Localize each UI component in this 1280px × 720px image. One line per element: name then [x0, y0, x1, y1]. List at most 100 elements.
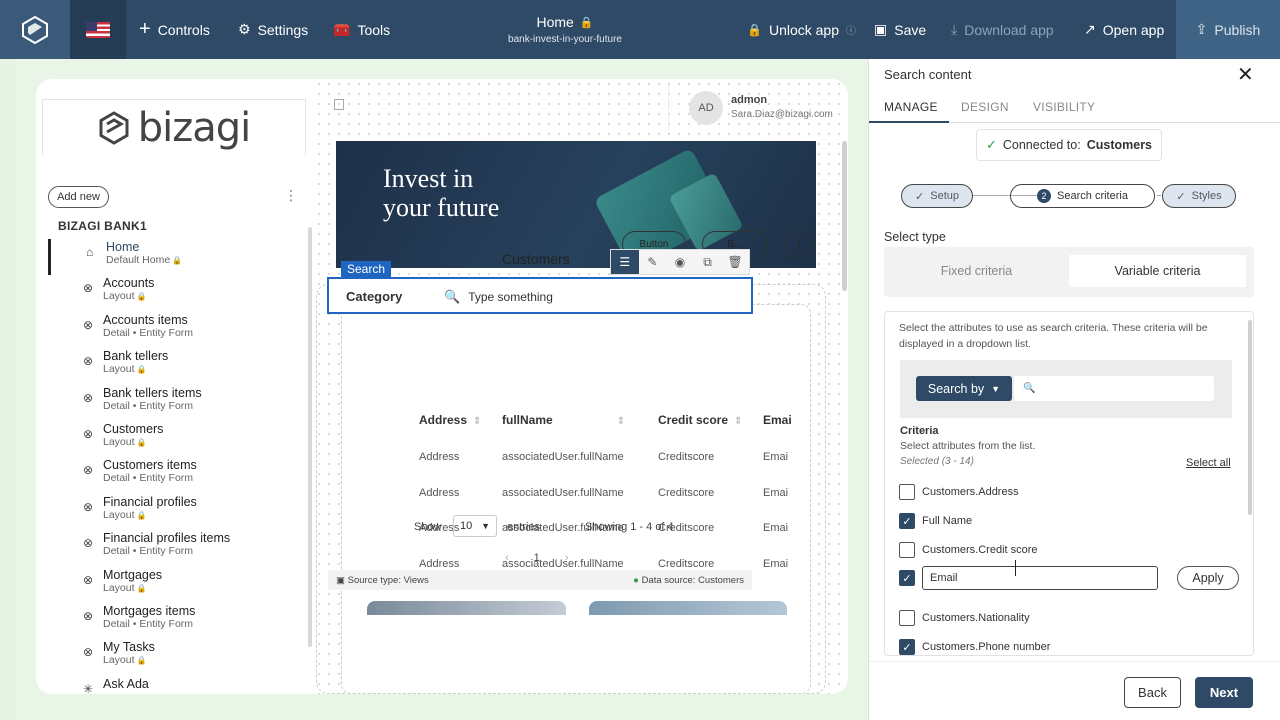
search-by-input[interactable]: 🔍: [1014, 376, 1214, 401]
lock-icon: 🔒: [170, 256, 183, 265]
search-by-preview: Search by ▼ 🔍: [900, 360, 1232, 418]
design-canvas: bizagi Add new ⋮ BIZAGI BANK1 ⌂ Home Defau…: [16, 59, 868, 720]
sidebar-item-icon: ⊗: [83, 426, 94, 441]
move-icon[interactable]: ⧉: [694, 250, 722, 274]
search-bar[interactable]: Category 🔍 Type something: [327, 277, 753, 314]
sidebar-item-type: Detail • Entity Form: [103, 618, 308, 630]
search-input[interactable]: 🔍 Type something: [444, 289, 553, 305]
sidebar-item[interactable]: ⌂ Home Default Home 🔒: [48, 239, 308, 276]
criteria-label-input[interactable]: Email: [922, 566, 1158, 590]
criteria-scrollbar[interactable]: [1248, 320, 1252, 515]
eye-icon[interactable]: ◉: [666, 250, 694, 274]
page-number[interactable]: 1: [534, 552, 540, 564]
sidebar-item[interactable]: ✳ Ask Ada: [48, 676, 308, 694]
tab-manage[interactable]: MANAGE: [884, 100, 938, 114]
tab-design[interactable]: DESIGN: [961, 100, 1009, 114]
criteria-checkbox[interactable]: [899, 542, 915, 558]
sidebar-item-type: Detail • Entity Form: [103, 472, 308, 484]
sidebar-item-label: Bank tellers: [103, 349, 169, 364]
sidebar-item-type: Layout 🔒: [103, 436, 308, 448]
tools-label: Tools: [357, 21, 391, 38]
sidebar-item[interactable]: ⊗ Accounts items Detail • Entity Form: [48, 312, 308, 348]
sidebar-item-label: Home: [106, 240, 140, 254]
column-header-fullname[interactable]: fullName ⇕: [502, 413, 625, 427]
category-dropdown[interactable]: Category: [346, 289, 402, 304]
column-header-credit-score[interactable]: Credit score ⇕: [658, 413, 742, 427]
sidebar-item[interactable]: ⊗ Bank tellers items Detail • Entity Form: [48, 385, 308, 421]
sidebar-item[interactable]: ⊗ Mortgages items Detail • Entity Form: [48, 603, 308, 639]
step-search-criteria[interactable]: 2 Search criteria: [1010, 184, 1155, 208]
lock-icon: 🔒: [134, 437, 147, 447]
step-setup[interactable]: ✓ Setup: [901, 184, 973, 208]
next-button[interactable]: Next: [1195, 677, 1253, 708]
canvas-scrollbar[interactable]: [842, 141, 847, 291]
tab-visibility[interactable]: VISIBILITY: [1033, 100, 1095, 114]
save-icon: ▣: [874, 21, 888, 37]
more-options-icon[interactable]: ⋮: [284, 187, 298, 204]
add-new-label: Add new: [57, 191, 100, 203]
apply-button[interactable]: Apply: [1177, 566, 1239, 590]
sidebar-item[interactable]: ⊗ Financial profiles Layout 🔒: [48, 494, 308, 530]
criteria-checkbox[interactable]: [899, 484, 915, 500]
sidebar-item[interactable]: ⊗ Accounts Layout 🔒: [48, 275, 308, 311]
criteria-checkbox[interactable]: ✓: [899, 570, 915, 586]
sidebar-item[interactable]: ⊗ Customers items Detail • Entity Form: [48, 457, 308, 493]
column-header-address[interactable]: Address ⇕: [419, 413, 481, 427]
publish-button[interactable]: ⇪ Publish: [1176, 0, 1280, 59]
collapse-sidebar-icon[interactable]: [334, 99, 344, 110]
unlock-app-button[interactable]: 🔒 Unlock app ⓘ: [747, 0, 856, 59]
sidebar-item[interactable]: ⊗ Financial profiles items Detail • Entity…: [48, 530, 308, 566]
app-sidebar: bizagi Add new ⋮ BIZAGI BANK1 ⌂ Home Defau…: [36, 79, 314, 694]
close-icon[interactable]: ✕: [1237, 62, 1254, 87]
app-logo-icon[interactable]: [0, 0, 70, 59]
prev-page-icon[interactable]: ‹: [505, 552, 509, 564]
trash-icon[interactable]: 🗑: [721, 250, 749, 274]
back-button[interactable]: Back: [1124, 677, 1181, 708]
page-title[interactable]: Home 🔒 bank-invest-in-your-future: [480, 14, 650, 45]
sidebar-item-label: Customers items: [103, 458, 197, 473]
criteria-checkbox[interactable]: ✓: [899, 513, 915, 529]
sidebar-item[interactable]: ⊗ Bank tellers Layout 🔒: [48, 348, 308, 384]
criteria-item: ✓ Customers.Phone number: [899, 637, 1050, 655]
sidebar-item-label: Mortgages: [103, 567, 163, 582]
fixed-criteria-option[interactable]: Fixed criteria: [884, 255, 1069, 287]
sidebar-item[interactable]: ⊗ Mortgages Layout 🔒: [48, 567, 308, 603]
step-styles[interactable]: ✓ Styles: [1162, 184, 1236, 208]
sidebar-item-type-text: Detail • Entity Form: [103, 326, 194, 339]
column-header-email[interactable]: Emai: [763, 413, 792, 427]
table-cell: Address: [419, 451, 460, 463]
controls-button[interactable]: + Controls: [139, 0, 210, 59]
add-new-button[interactable]: Add new: [48, 186, 109, 208]
select-all-link[interactable]: Select all: [1186, 457, 1231, 469]
sidebar-item-icon: ⌂: [86, 245, 94, 259]
criteria-checkbox[interactable]: ✓: [899, 639, 915, 655]
save-button[interactable]: ▣ Save: [874, 0, 926, 59]
criteria-label: Customers.Address: [922, 486, 1019, 498]
configure-icon[interactable]: ☰: [611, 250, 639, 274]
edit-icon[interactable]: ✎: [639, 250, 667, 274]
criteria-checkbox[interactable]: [899, 610, 915, 626]
criteria-item: Customers.Address: [899, 482, 1019, 502]
user-profile[interactable]: AD admon Sara.Diaz@bizagi.com: [668, 85, 848, 131]
unlock-label: Unlock app: [768, 21, 839, 38]
lock-icon: 🔒: [134, 583, 147, 593]
active-tab-indicator: [869, 121, 949, 123]
sidebar-item-label: Ask Ada: [103, 676, 149, 691]
sidebar-item[interactable]: ⊗ Customers Layout 🔒: [48, 421, 308, 457]
tools-button[interactable]: 🧰 Tools: [333, 0, 390, 59]
variable-criteria-option[interactable]: Variable criteria: [1069, 255, 1246, 287]
next-page-icon[interactable]: ›: [565, 552, 569, 564]
page-size-select[interactable]: 10 ▼: [453, 515, 497, 537]
criteria-item: Customers.Nationality: [899, 608, 1030, 628]
language-flag-icon[interactable]: [70, 0, 126, 59]
banner-more-icon[interactable]: ⋮: [784, 231, 814, 257]
settings-button[interactable]: ⚙ Settings: [238, 0, 308, 59]
sidebar-item-icon: ⊗: [83, 536, 94, 551]
open-app-button[interactable]: ↗ Open app: [1084, 0, 1164, 59]
download-app-button[interactable]: ⤓ Download app: [951, 0, 1054, 59]
search-by-dropdown[interactable]: Search by ▼: [916, 376, 1012, 401]
controls-label: Controls: [157, 21, 210, 38]
sidebar-item-label: Financial profiles items: [103, 531, 231, 546]
sidebar-scrollbar[interactable]: [308, 227, 312, 647]
sidebar-item[interactable]: ⊗ My Tasks Layout 🔒: [48, 639, 308, 675]
